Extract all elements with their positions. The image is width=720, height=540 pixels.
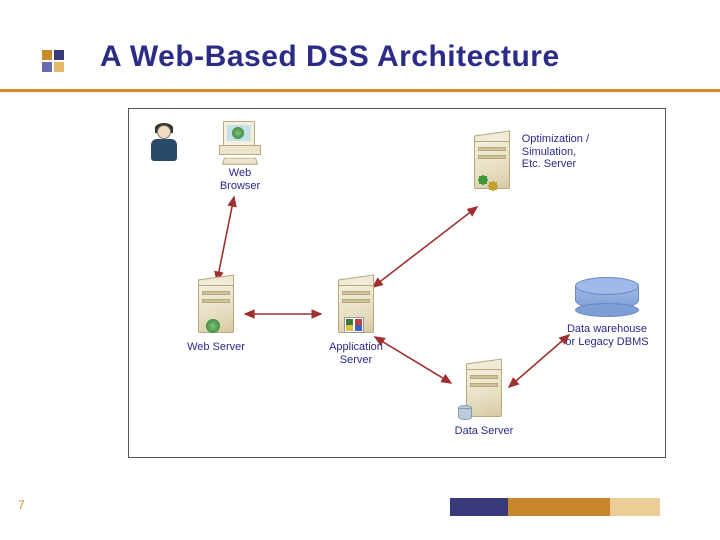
node-app-server: ApplicationServer bbox=[317, 277, 395, 366]
node-opt-server: Optimization /Simulation,Etc. Server bbox=[469, 133, 589, 195]
node-web-server: Web Server bbox=[181, 277, 251, 354]
server-icon bbox=[334, 277, 378, 339]
database-icon bbox=[575, 277, 639, 317]
label-data-warehouse: Data warehouseor Legacy DBMS bbox=[557, 323, 657, 348]
node-web-browser: WebBrowser bbox=[207, 121, 273, 192]
label-web-browser: WebBrowser bbox=[207, 167, 273, 192]
label-opt-server: Optimization /Simulation,Etc. Server bbox=[522, 133, 589, 171]
footer-stripe bbox=[450, 498, 660, 516]
puzzle-icon bbox=[478, 175, 488, 185]
page-number: 7 bbox=[18, 498, 25, 512]
server-icon bbox=[194, 277, 238, 339]
diagram-frame: WebBrowser Web Server ApplicationServer bbox=[128, 108, 666, 458]
server-icon bbox=[462, 361, 506, 423]
slide-title: A Web-Based DSS Architecture bbox=[100, 40, 560, 74]
server-icon bbox=[470, 133, 514, 195]
label-app-server: ApplicationServer bbox=[317, 341, 395, 366]
pc-icon bbox=[217, 121, 263, 165]
user-icon bbox=[145, 123, 185, 163]
node-data-warehouse: Data warehouseor Legacy DBMS bbox=[557, 277, 657, 348]
node-user bbox=[143, 123, 187, 163]
puzzle-icon bbox=[488, 181, 498, 191]
node-data-server: Data Server bbox=[445, 361, 523, 438]
label-web-server: Web Server bbox=[181, 341, 251, 354]
label-data-server: Data Server bbox=[445, 425, 523, 438]
